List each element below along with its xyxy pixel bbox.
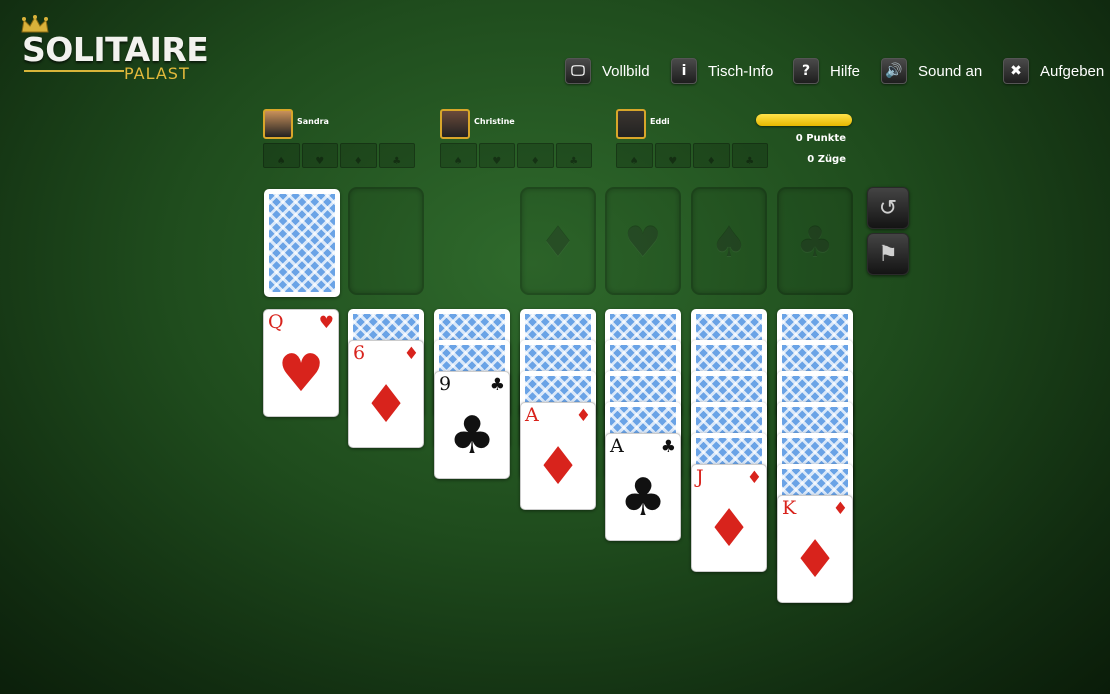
card-suit-icon: ♥	[318, 313, 334, 333]
menu-label: Sound an	[918, 62, 983, 80]
foundation-slot[interactable]: ♥	[605, 187, 681, 295]
suit-tracker: ♠ ♥ ♦ ♣	[263, 143, 415, 168]
card-center-suit-icon: ♦	[534, 437, 582, 497]
menu-item-hilfe[interactable]: ? Hilfe	[793, 57, 860, 85]
logo-subtitle: PALAST	[124, 64, 190, 83]
foundation-suit-icon: ♠	[710, 216, 748, 266]
points-label: 0 Punkte	[795, 133, 846, 144]
player-name: Eddi	[650, 117, 670, 126]
card-suit-icon: ♦	[403, 344, 419, 364]
undo-icon[interactable]: ↺	[879, 196, 897, 221]
menu-item-sound-an[interactable]: 🔊 Sound an	[881, 57, 982, 85]
suit-slot: ♥	[301, 143, 338, 168]
suit-slot: ♥	[478, 143, 515, 168]
card-center-suit-icon: ♦	[791, 530, 839, 590]
tableau-card[interactable]: 6 ♦ ♦	[348, 340, 424, 448]
card-center-suit-icon: ♣	[448, 406, 496, 466]
menu-item-aufgeben[interactable]: ✖ Aufgeben	[1003, 57, 1104, 85]
waste-slot[interactable]	[348, 187, 424, 295]
card-suit-icon: ♣	[489, 375, 505, 395]
card-center-suit-icon: ♥	[277, 344, 325, 404]
suit-slot: ♠	[616, 143, 653, 168]
flag-button[interactable]: ⚑	[867, 233, 909, 275]
avatar	[263, 109, 293, 139]
suit-slot: ♠	[440, 143, 477, 168]
flag-icon[interactable]: ⚑	[878, 242, 898, 267]
card-rank: J	[696, 466, 704, 488]
card-rank: 9	[439, 373, 452, 395]
close-icon[interactable]: ✖	[1003, 58, 1029, 84]
card-rank: A	[525, 404, 539, 426]
card-suit-icon: ♣	[660, 437, 676, 457]
menu-item-tisch-info[interactable]: i Tisch-Info	[671, 57, 773, 85]
menu-label: Tisch-Info	[708, 62, 774, 80]
foundation-suit-icon: ♣	[796, 216, 834, 266]
avatar	[440, 109, 470, 139]
info-icon[interactable]: i	[671, 58, 697, 84]
card-suit-icon: ♦	[746, 468, 762, 488]
progress-bar	[756, 114, 852, 126]
suit-tracker: ♠ ♥ ♦ ♣	[440, 143, 592, 168]
tableau-card[interactable]: A ♣ ♣	[605, 433, 681, 541]
card-rank: Q	[268, 311, 284, 333]
moves-label: 0 Züge	[807, 154, 846, 165]
suit-slot: ♣	[555, 143, 592, 168]
suit-slot: ♦	[693, 143, 730, 168]
speaker-icon[interactable]: 🔊	[881, 58, 907, 84]
card-suit-icon: ♦	[575, 406, 591, 426]
card-rank: A	[610, 435, 624, 457]
player-christine: Christine ♠ ♥ ♦ ♣	[440, 109, 592, 171]
card-center-suit-icon: ♦	[705, 499, 753, 559]
foundation-suit-icon: ♥	[624, 216, 662, 266]
tableau-card[interactable]: Q ♥ ♥	[263, 309, 339, 417]
suit-slot: ♦	[340, 143, 377, 168]
suit-slot: ♦	[517, 143, 554, 168]
player-name: Sandra	[297, 117, 329, 126]
logo: SOLITAIRE PALAST	[18, 12, 209, 86]
foundation-slot[interactable]: ♣	[777, 187, 853, 295]
tableau-card[interactable]: 9 ♣ ♣	[434, 371, 510, 479]
menu-label: Vollbild	[602, 62, 650, 80]
foundation-slot[interactable]: ♦	[520, 187, 596, 295]
suit-slot: ♠	[263, 143, 300, 168]
menu-item-vollbild[interactable]: 🖵 Vollbild	[565, 57, 650, 85]
tableau-card[interactable]: A ♦ ♦	[520, 402, 596, 510]
card-suit-icon: ♦	[832, 499, 848, 519]
monitor-icon[interactable]: 🖵	[565, 58, 591, 84]
card-rank: 6	[353, 342, 366, 364]
suit-slot: ♣	[378, 143, 415, 168]
tableau-card[interactable]: K ♦ ♦	[777, 495, 853, 603]
card-center-suit-icon: ♦	[362, 375, 410, 435]
logo-divider	[24, 70, 124, 72]
player-sandra: Sandra ♠ ♥ ♦ ♣	[263, 109, 415, 171]
menu-label: Hilfe	[830, 62, 861, 80]
stock-pile[interactable]	[264, 189, 340, 297]
help-icon[interactable]: ?	[793, 58, 819, 84]
suit-slot: ♥	[654, 143, 691, 168]
avatar	[616, 109, 646, 139]
menu-label: Aufgeben	[1040, 62, 1105, 80]
tableau-card[interactable]: J ♦ ♦	[691, 464, 767, 572]
foundation-slot[interactable]: ♠	[691, 187, 767, 295]
foundation-suit-icon: ♦	[539, 216, 577, 266]
card-center-suit-icon: ♣	[619, 468, 667, 528]
undo-button[interactable]: ↺	[867, 187, 909, 229]
card-rank: K	[782, 497, 797, 519]
player-name: Christine	[474, 117, 515, 126]
